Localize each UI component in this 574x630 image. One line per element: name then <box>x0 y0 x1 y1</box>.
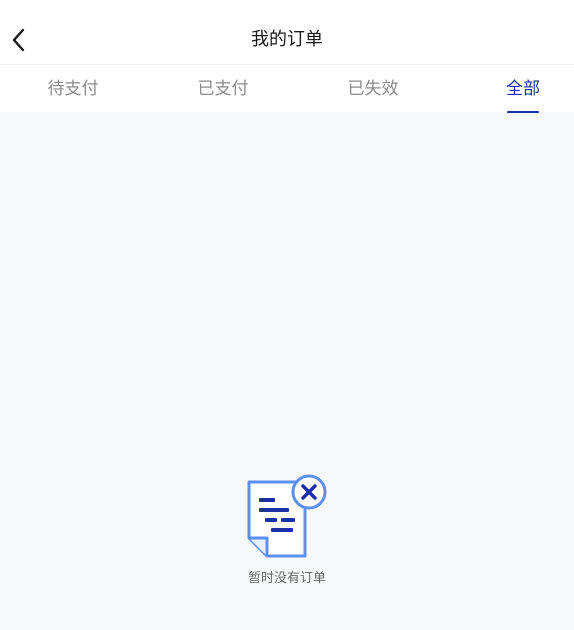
tab-active-underline <box>507 111 539 113</box>
order-tabs: 待支付 已支付 已失效 全部 <box>0 64 574 113</box>
tab-label: 全部 <box>506 79 540 99</box>
header-bar: 我的订单 <box>0 0 574 64</box>
page-title: 我的订单 <box>251 29 323 50</box>
empty-state: 暂时没有订单 <box>0 470 574 588</box>
tab-paid[interactable]: 已支付 <box>163 77 283 101</box>
tab-expired[interactable]: 已失效 <box>313 77 433 101</box>
tab-all[interactable]: 全部 <box>463 77 574 113</box>
tab-pending-payment[interactable]: 待支付 <box>13 77 133 101</box>
tab-label: 已支付 <box>197 79 249 99</box>
empty-message: 暂时没有订单 <box>247 571 326 586</box>
tab-label: 已失效 <box>347 79 399 99</box>
tab-label: 待支付 <box>47 79 99 99</box>
empty-order-icon <box>247 474 327 558</box>
